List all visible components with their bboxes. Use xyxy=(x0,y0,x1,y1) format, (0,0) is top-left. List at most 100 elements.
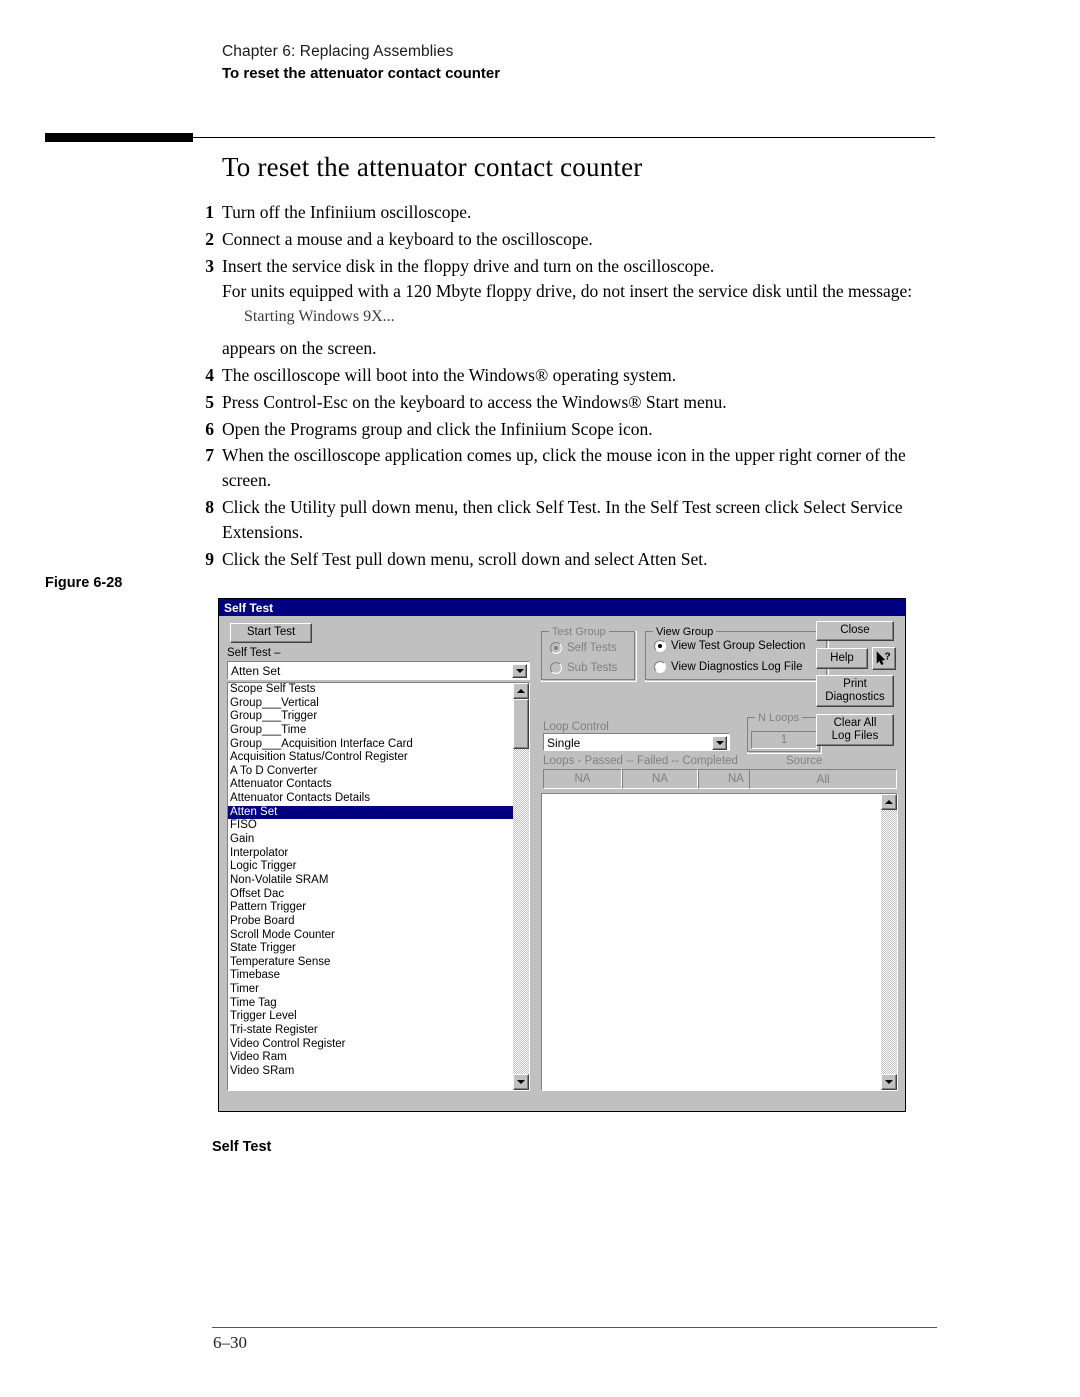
source-label: Source xyxy=(786,755,823,767)
listbox-items-container: Scope Self Tests Group___Vertical Group___… xyxy=(228,683,513,1090)
listbox-item[interactable]: Scope Self Tests xyxy=(228,683,513,697)
n-loops-field[interactable]: 1 xyxy=(751,731,817,749)
listbox-item[interactable]: Logic Trigger xyxy=(228,860,513,874)
source-value: All xyxy=(749,769,897,789)
loop-control-label: Loop Control xyxy=(543,721,609,733)
listbox-item[interactable]: Group___Trigger xyxy=(228,710,513,724)
radio-view-diagnostics-log-file[interactable]: View Diagnostics Log File xyxy=(654,661,802,673)
step-7: 7 When the oscilloscope application come… xyxy=(192,443,952,493)
step-number: 1 xyxy=(205,202,214,222)
scrollbar-track[interactable] xyxy=(513,699,529,1074)
scroll-up-arrow-icon[interactable] xyxy=(513,683,529,699)
step-text: Insert the service disk in the floppy dr… xyxy=(222,255,715,276)
listbox-item[interactable]: Acquisition Status/Control Register xyxy=(228,751,513,765)
listbox-item[interactable]: Attenuator Contacts xyxy=(228,778,513,792)
step-4: 4 The oscilloscope will boot into the Wi… xyxy=(192,363,952,388)
listbox-item[interactable]: Group___Vertical xyxy=(228,697,513,711)
listbox-item[interactable]: Temperature Sense xyxy=(228,956,513,970)
listbox-item[interactable]: FISO xyxy=(228,819,513,833)
self-test-dialog: Self Test Start Test Self Test – Atten S… xyxy=(218,598,906,1112)
step-text: Open the Programs group and click the In… xyxy=(222,418,653,439)
listbox-item[interactable]: Group___Acquisition Interface Card xyxy=(228,738,513,752)
self-test-combo[interactable]: Atten Set xyxy=(227,661,530,680)
running-head: Chapter 6: Replacing Assemblies To reset… xyxy=(222,42,922,85)
view-group-box: View Group View Test Group Selection Vie… xyxy=(645,626,829,682)
step-number: 3 xyxy=(205,255,214,276)
running-head-section: To reset the attenuator contact counter xyxy=(222,64,501,82)
footer-rule xyxy=(212,1327,937,1328)
listbox-item[interactable]: Time Tag xyxy=(228,997,513,1011)
listbox-scrollbar[interactable] xyxy=(513,683,529,1090)
listbox-item[interactable]: Video SRam xyxy=(228,1065,513,1079)
listbox-item[interactable]: Timer xyxy=(228,983,513,997)
scrollbar-thumb[interactable] xyxy=(513,699,529,749)
scrollbar-track[interactable] xyxy=(881,810,897,1074)
chevron-down-icon[interactable] xyxy=(712,736,727,750)
test-group-box: Test Group Self Tests Sub Tests xyxy=(541,626,637,682)
listbox-item[interactable]: Tri-state Register xyxy=(228,1024,513,1038)
title-rule xyxy=(45,137,935,138)
radio-icon[interactable] xyxy=(550,642,562,654)
close-button[interactable]: Close xyxy=(816,621,894,641)
step-text-continued: For units equipped with a 120 Mbyte flop… xyxy=(222,280,913,301)
figure-label: Figure 6-28 xyxy=(45,575,123,591)
scroll-down-arrow-icon[interactable] xyxy=(881,1074,897,1090)
radio-sub-tests-label: Sub Tests xyxy=(567,662,618,674)
loop-control-value: Single xyxy=(547,736,581,750)
listbox-item[interactable]: Scroll Mode Counter xyxy=(228,929,513,943)
listbox-item[interactable]: Probe Board xyxy=(228,915,513,929)
start-test-button[interactable]: Start Test xyxy=(230,623,312,643)
radio-self-tests[interactable]: Self Tests xyxy=(550,642,617,654)
listbox-item[interactable]: Offset Dac xyxy=(228,888,513,902)
step-6: 6 Open the Programs group and click the … xyxy=(192,417,952,442)
radio-icon[interactable] xyxy=(654,661,666,673)
self-test-combo-label: Self Test – xyxy=(227,647,281,659)
step-1: 1 Turn off the Infiniium oscilloscope. xyxy=(192,200,952,225)
listbox-item[interactable]: Attenuator Contacts Details xyxy=(228,792,513,806)
listbox-item[interactable]: Pattern Trigger xyxy=(228,901,513,915)
clear-all-log-files-line1: Clear All xyxy=(833,716,877,729)
step-3: 3 Insert the service disk in the floppy … xyxy=(192,254,952,361)
listbox-item[interactable]: Timebase xyxy=(228,969,513,983)
radio-view-test-group-selection[interactable]: View Test Group Selection xyxy=(654,640,805,652)
listbox-item[interactable]: Video Control Register xyxy=(228,1038,513,1052)
test-group-title: Test Group xyxy=(549,626,609,638)
help-pointer-icon: ? xyxy=(875,650,893,667)
listbox-item[interactable]: State Trigger xyxy=(228,942,513,956)
step-code-line: Starting Windows 9X... xyxy=(244,308,395,326)
print-diagnostics-button[interactable]: Print Diagnostics xyxy=(816,675,894,707)
listbox-item[interactable]: Non-Volatile SRAM xyxy=(228,874,513,888)
chevron-down-icon[interactable] xyxy=(512,664,527,678)
radio-self-tests-label: Self Tests xyxy=(567,642,617,654)
listbox-item[interactable]: Gain xyxy=(228,833,513,847)
step-text: Press Control-Esc on the keyboard to acc… xyxy=(222,391,727,412)
diagnostics-output-pane[interactable] xyxy=(541,793,898,1091)
listbox-item[interactable]: Atten Set xyxy=(228,805,513,820)
help-pointer-icon-button[interactable]: ? xyxy=(872,647,896,670)
step-5: 5 Press Control-Esc on the keyboard to a… xyxy=(192,390,952,415)
listbox-item[interactable]: Group___Time xyxy=(228,724,513,738)
view-group-title: View Group xyxy=(653,626,717,638)
loops-failed-value: NA xyxy=(622,769,698,789)
self-test-listbox[interactable]: Scope Self Tests Group___Vertical Group___… xyxy=(227,682,530,1091)
step-text: Click the Utility pull down menu, then c… xyxy=(222,497,903,542)
step-9: 9 Click the Self Test pull down menu, sc… xyxy=(192,547,952,572)
clear-all-log-files-line2: Log Files xyxy=(831,730,879,742)
listbox-item[interactable]: Video Ram xyxy=(228,1051,513,1065)
print-diagnostics-line2: Diagnostics xyxy=(825,691,885,703)
clear-all-log-files-button[interactable]: Clear All Log Files xyxy=(816,714,894,746)
listbox-item[interactable]: Trigger Level xyxy=(228,1010,513,1024)
listbox-item[interactable]: A To D Converter xyxy=(228,765,513,779)
radio-icon[interactable] xyxy=(550,662,562,674)
radio-icon[interactable] xyxy=(654,640,666,652)
step-number: 2 xyxy=(205,228,214,249)
output-pane-scrollbar[interactable] xyxy=(881,794,897,1090)
listbox-item[interactable]: Interpolator xyxy=(228,847,513,861)
help-button[interactable]: Help xyxy=(816,648,868,669)
scroll-up-arrow-icon[interactable] xyxy=(881,794,897,810)
self-test-combo-value: Atten Set xyxy=(231,664,281,678)
scroll-down-arrow-icon[interactable] xyxy=(513,1074,529,1090)
radio-sub-tests[interactable]: Sub Tests xyxy=(550,662,617,674)
loop-control-combo[interactable]: Single xyxy=(543,733,730,751)
step-number: 4 xyxy=(205,364,214,385)
